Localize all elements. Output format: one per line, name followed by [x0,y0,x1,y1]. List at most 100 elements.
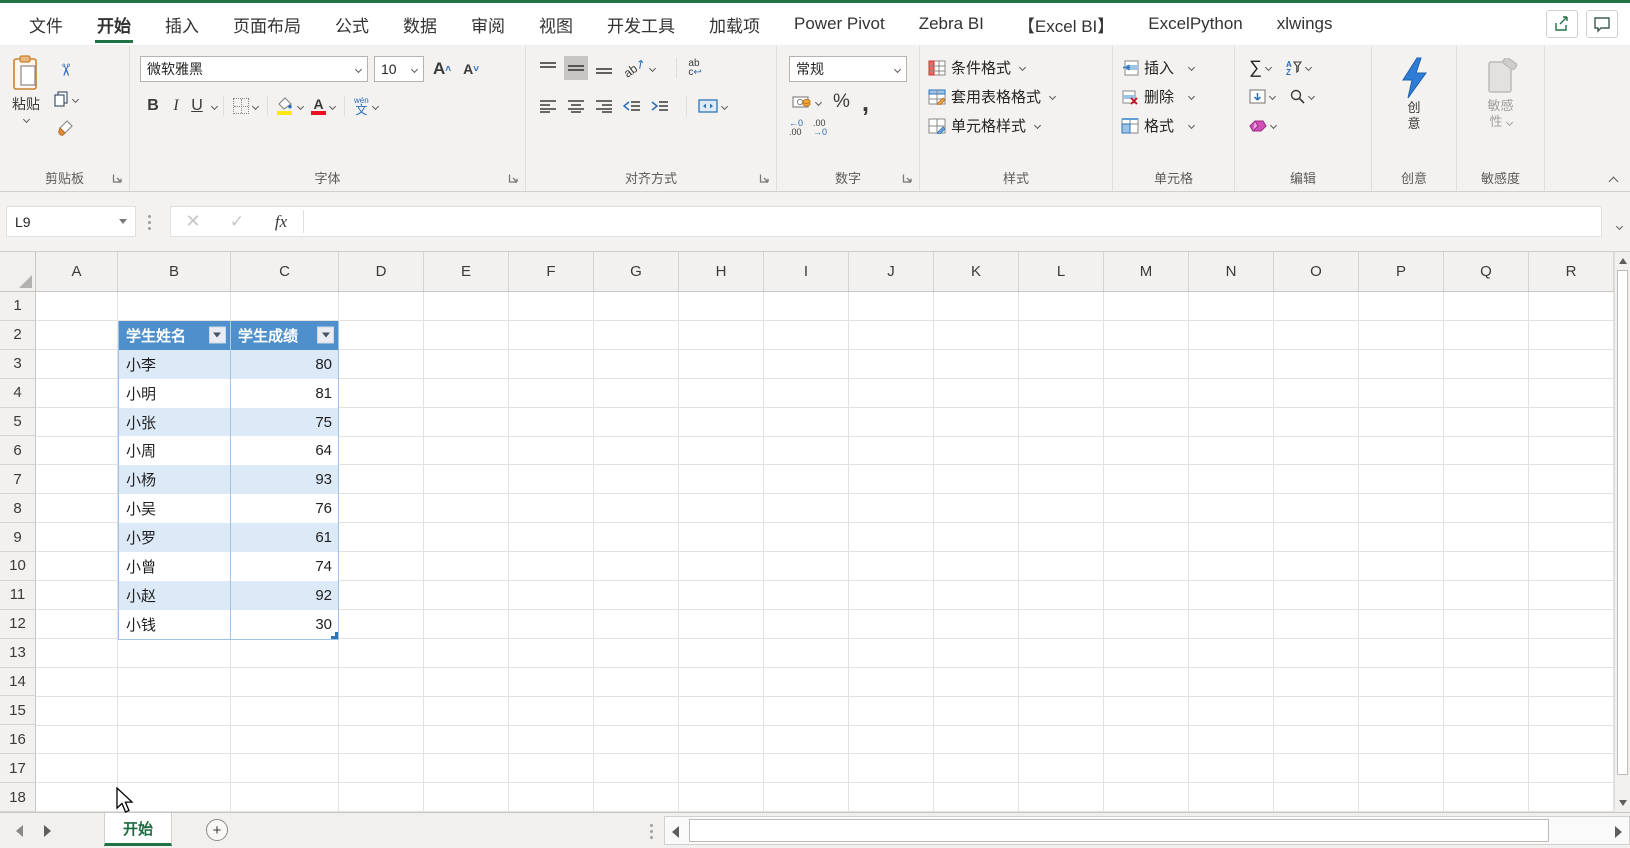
creative-button[interactable]: 创 意 [1372,46,1456,132]
column-header-G[interactable]: G [594,252,679,291]
number-format-select[interactable]: 常规 [789,56,907,82]
column-header-Q[interactable]: Q [1444,252,1529,291]
column-header-J[interactable]: J [849,252,934,291]
format-painter-button[interactable] [50,116,81,140]
row-header-15[interactable]: 15 [0,696,36,725]
comments-button[interactable] [1586,10,1618,38]
student-name-cell[interactable]: 小明 [119,379,231,408]
menu-tab-【Excel BI】[interactable]: 【Excel BI】 [1001,3,1131,45]
row-header-11[interactable]: 11 [0,581,36,610]
table-header-学生成绩[interactable]: 学生成绩 [231,321,338,350]
align-bottom-button[interactable] [592,56,616,80]
row-header-16[interactable]: 16 [0,725,36,754]
row-header-1[interactable]: 1 [0,292,36,321]
sort-filter-button[interactable]: AZ [1285,55,1311,79]
fill-button[interactable] [1249,84,1275,108]
student-name-cell[interactable]: 小李 [119,350,231,379]
cell-styles-button[interactable]: 单元格样式 [920,113,1112,138]
row-header-17[interactable]: 17 [0,754,36,783]
row-header-8[interactable]: 8 [0,494,36,523]
share-button[interactable] [1546,10,1578,38]
increase-indent-button[interactable] [648,94,672,118]
align-center-button[interactable] [564,94,588,118]
row-header-9[interactable]: 9 [0,523,36,552]
autosum-button[interactable]: ∑ [1249,55,1271,79]
new-sheet-button[interactable]: + [206,819,228,841]
formula-bar-resize-handle[interactable] [148,210,151,234]
row-header-12[interactable]: 12 [0,610,36,639]
column-header-D[interactable]: D [339,252,424,291]
column-header-O[interactable]: O [1274,252,1359,291]
sensitivity-button[interactable]: 敏感 性 [1457,46,1544,130]
bold-button[interactable]: B [142,94,164,118]
orientation-button[interactable]: ab↗ [620,56,658,80]
student-score-cell[interactable]: 75 [231,408,338,437]
horizontal-scrollbar-thumb[interactable] [689,819,1549,842]
align-middle-button[interactable] [564,56,588,80]
menu-tab-审阅[interactable]: 审阅 [454,3,522,45]
menu-tab-Power Pivot[interactable]: Power Pivot [777,3,902,45]
underline-button[interactable]: U [188,94,206,118]
align-right-button[interactable] [592,94,616,118]
select-all-corner[interactable] [0,252,36,291]
font-name-select[interactable]: 微软雅黑 [140,56,368,82]
conditional-formatting-button[interactable]: 条件格式 [920,55,1112,80]
scroll-left-arrow-icon[interactable] [672,826,679,838]
menu-tab-文件[interactable]: 文件 [12,3,80,45]
column-header-I[interactable]: I [764,252,849,291]
menu-tab-xlwings[interactable]: xlwings [1260,3,1350,45]
sheet-tab-active[interactable]: 开始 [104,813,172,846]
name-box-dropdown-icon[interactable] [119,219,127,224]
menu-tab-插入[interactable]: 插入 [148,3,216,45]
menu-tab-数据[interactable]: 数据 [386,3,454,45]
student-name-cell[interactable]: 小杨 [119,465,231,494]
filter-dropdown-button[interactable] [209,327,226,344]
format-cells-button[interactable]: 格式 [1113,113,1234,138]
font-size-select[interactable]: 10 [374,56,424,82]
decrease-decimal-button[interactable]: .00→0 [813,119,827,137]
comma-style-button[interactable]: , [859,90,872,114]
formula-input[interactable] [304,207,1601,236]
insert-function-button[interactable]: fx [259,212,303,232]
next-sheet-arrow[interactable] [44,825,51,837]
column-header-C[interactable]: C [231,252,339,291]
student-name-cell[interactable]: 小赵 [119,581,231,610]
italic-button[interactable]: I [166,94,186,118]
student-name-cell[interactable]: 小曾 [119,552,231,581]
menu-tab-开始[interactable]: 开始 [80,3,148,45]
format-as-table-button[interactable]: 套用表格格式 [920,84,1112,109]
decrease-indent-button[interactable] [620,94,644,118]
cut-button[interactable]: ✂ [50,58,81,82]
student-score-cell[interactable]: 92 [231,581,338,610]
clear-button[interactable] [1249,113,1276,137]
collapse-ribbon-button[interactable] [1606,175,1620,185]
alignment-dialog-launcher[interactable] [759,173,771,185]
student-score-cell[interactable]: 93 [231,465,338,494]
paste-button[interactable]: 粘贴 [10,54,42,140]
row-header-14[interactable]: 14 [0,668,36,697]
expand-formula-bar-button[interactable] [1617,216,1622,234]
borders-button[interactable] [230,94,261,118]
increase-font-size-button[interactable]: A˄ [430,57,454,81]
column-header-N[interactable]: N [1189,252,1274,291]
vertical-scrollbar-thumb[interactable] [1617,270,1628,775]
student-score-cell[interactable]: 30 [231,610,338,639]
cancel-icon[interactable]: ✕ [171,211,215,232]
column-header-R[interactable]: R [1529,252,1614,291]
decrease-font-size-button[interactable]: A˅ [460,57,482,81]
menu-tab-ExcelPython[interactable]: ExcelPython [1131,3,1260,45]
student-name-cell[interactable]: 小钱 [119,610,231,639]
column-header-F[interactable]: F [509,252,594,291]
column-header-E[interactable]: E [424,252,509,291]
row-header-7[interactable]: 7 [0,465,36,494]
find-select-button[interactable] [1289,84,1314,108]
row-header-3[interactable]: 3 [0,350,36,379]
previous-sheet-arrow[interactable] [16,825,23,837]
percent-style-button[interactable]: % [830,90,853,114]
student-score-cell[interactable]: 76 [231,494,338,523]
scroll-down-arrow-icon[interactable] [1619,800,1627,806]
filter-dropdown-button[interactable] [317,327,334,344]
student-name-cell[interactable]: 小吴 [119,494,231,523]
menu-tab-开发工具[interactable]: 开发工具 [590,3,692,45]
row-header-2[interactable]: 2 [0,321,36,350]
